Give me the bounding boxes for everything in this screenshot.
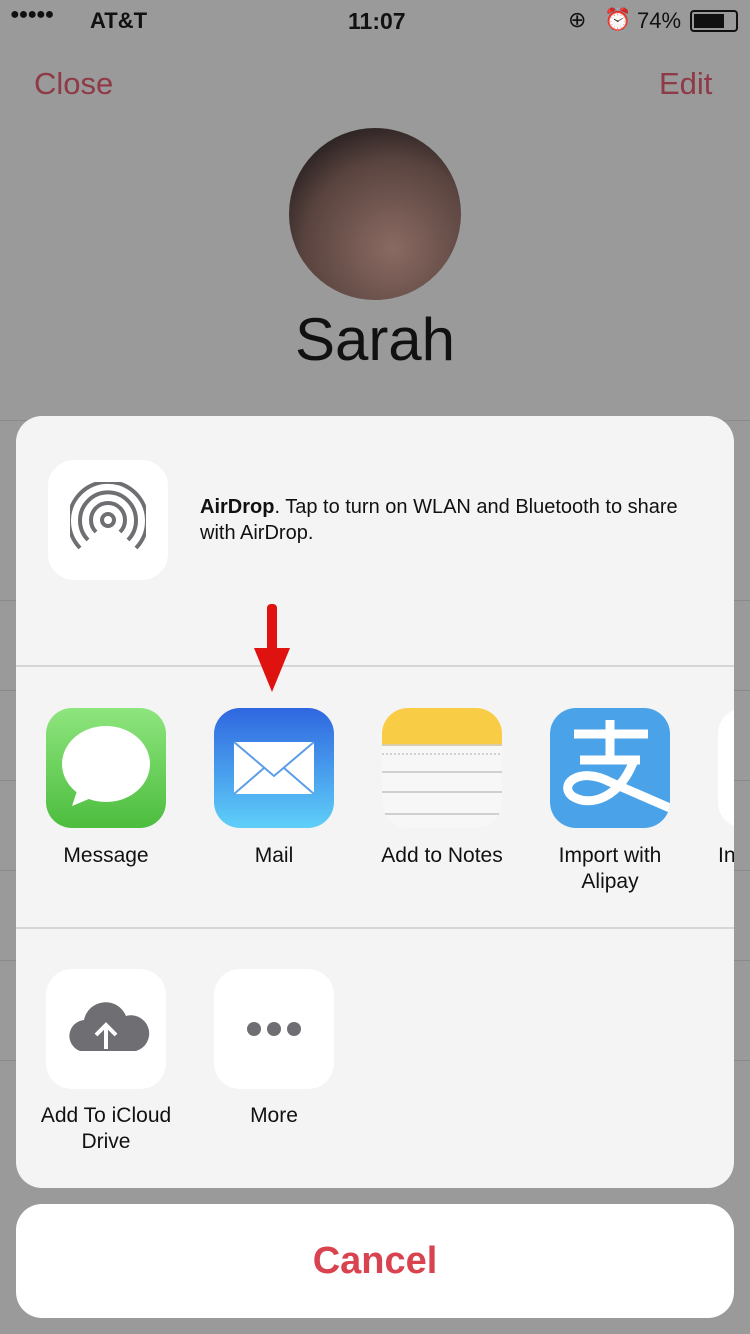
- app-label: Add to Notes: [381, 844, 503, 867]
- more-button[interactable]: [214, 969, 334, 1089]
- cancel-button[interactable]: Cancel: [16, 1204, 734, 1318]
- avatar: [289, 128, 461, 300]
- action-label: More: [250, 1104, 298, 1127]
- share-sheet: AirDrop. Tap to turn on WLAN and Bluetoo…: [16, 416, 734, 1188]
- app-label: Import with Alipay: [558, 844, 662, 893]
- red-arrow-annotation: [254, 604, 290, 692]
- action-label: Add To iCloud Drive: [40, 1104, 172, 1153]
- alarm-icon: ⏰: [604, 7, 632, 32]
- icloud-drive-button[interactable]: [46, 969, 166, 1089]
- airdrop-icon[interactable]: [48, 460, 168, 580]
- alipay-app-button[interactable]: [550, 708, 670, 828]
- partial-app-button[interactable]: [718, 708, 734, 828]
- app-label: Mail: [254, 844, 294, 867]
- edit-button[interactable]: Edit: [659, 66, 712, 102]
- app-label: In: [718, 844, 734, 867]
- signal-icon: ●●●●●: [10, 6, 54, 23]
- app-label: Message: [63, 844, 149, 867]
- battery-icon: [690, 10, 738, 32]
- rotation-lock-icon: ⊕: [568, 7, 587, 32]
- message-app-button[interactable]: [46, 708, 166, 828]
- notes-app-button[interactable]: [382, 708, 502, 828]
- close-button[interactable]: Close: [34, 66, 113, 102]
- carrier: AT&T: [90, 8, 148, 33]
- clock: 11:07: [348, 8, 406, 34]
- contact-name: Sarah: [294, 306, 456, 373]
- status-bar: ●●●●● AT&T 11:07 ⊕ ⏰ 74%: [0, 0, 750, 40]
- airdrop-description: AirDrop. Tap to turn on WLAN and Bluetoo…: [200, 496, 678, 544]
- battery-percent: 74%: [637, 8, 682, 33]
- mail-app-button[interactable]: [214, 708, 334, 828]
